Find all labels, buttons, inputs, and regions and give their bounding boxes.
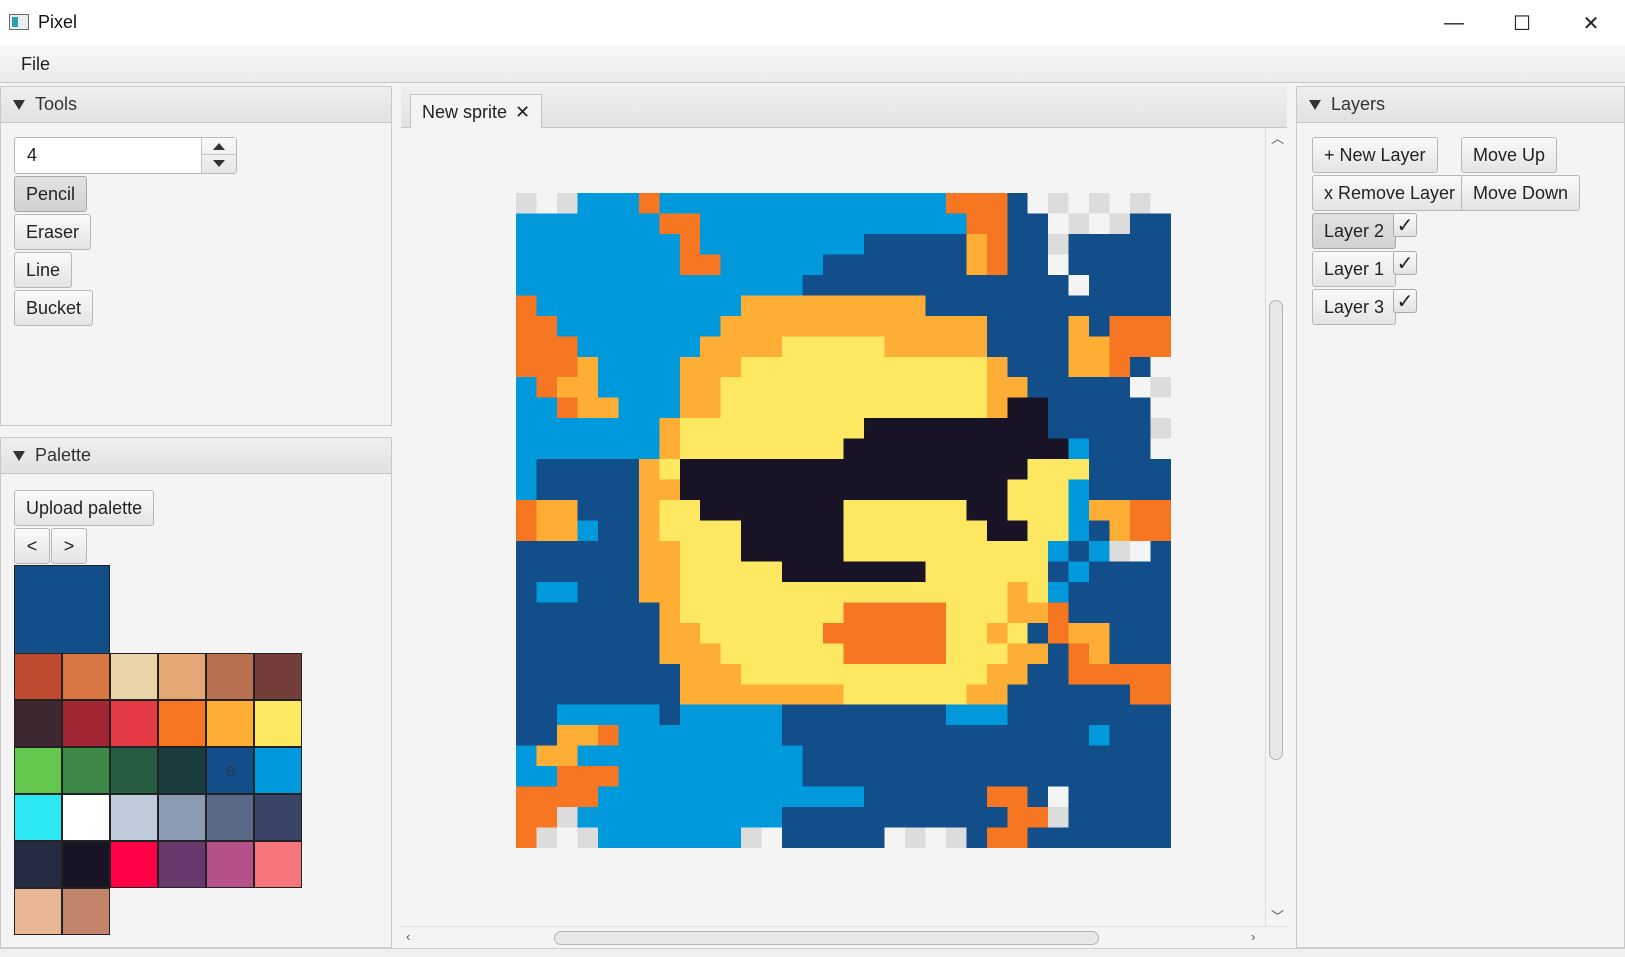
upload-palette-button[interactable]: Upload palette (14, 490, 155, 526)
decrement-button[interactable] (202, 155, 236, 172)
palette-swatch[interactable] (206, 653, 254, 700)
palette-header[interactable]: Palette (1, 438, 391, 474)
layer-item-button[interactable]: Layer 3 (1312, 289, 1397, 325)
tools-header[interactable]: Tools (1, 87, 391, 123)
palette-swatch[interactable] (254, 653, 302, 700)
arrow-down-icon (213, 160, 225, 167)
spinner-buttons (201, 138, 236, 173)
palette-swatch[interactable] (206, 794, 254, 841)
collapse-triangle-icon (13, 100, 25, 110)
palette-swatch[interactable] (110, 841, 158, 888)
layer-visibility-checkbox[interactable]: ✓ (1393, 251, 1417, 275)
layer-visibility-checkbox[interactable]: ✓ (1393, 213, 1417, 237)
tab-new-sprite[interactable]: New sprite ✕ (410, 94, 543, 129)
palette-swatch[interactable] (62, 653, 110, 700)
palette-swatch[interactable] (206, 841, 254, 888)
brush-size-spinner[interactable]: 4 (14, 137, 237, 174)
tab-label: New sprite (422, 101, 508, 122)
increment-button[interactable] (202, 138, 236, 155)
palette-swatch[interactable] (14, 888, 62, 935)
horizontal-scrollbar[interactable]: ‹ › (401, 926, 1287, 948)
palette-swatch[interactable] (62, 888, 110, 935)
close-button[interactable]: ✕ (1556, 0, 1625, 46)
layers-header[interactable]: Layers (1297, 87, 1624, 123)
palette-swatch[interactable] (158, 794, 206, 841)
palette-swatch[interactable] (14, 841, 62, 888)
layer-item-button[interactable]: Layer 2 (1312, 213, 1397, 249)
remove-layer-button[interactable]: x Remove Layer (1312, 175, 1468, 211)
brush-size-value[interactable]: 4 (27, 145, 37, 166)
palette-swatch[interactable] (254, 841, 302, 888)
palette-grid: S (14, 653, 302, 935)
layers-title: Layers (1331, 94, 1386, 114)
layer-visibility-checkbox[interactable]: ✓ (1393, 289, 1417, 313)
palette-swatch[interactable] (206, 700, 254, 747)
palette-title: Palette (35, 445, 92, 465)
window-title: Pixel (38, 12, 78, 32)
move-up-button[interactable]: Move Up (1461, 137, 1558, 173)
app-icon (9, 14, 29, 30)
palette-swatch[interactable] (158, 700, 206, 747)
canvas-area[interactable] (401, 128, 1265, 926)
palette-swatch[interactable] (14, 653, 62, 700)
scroll-right-arrow-icon[interactable]: › (1251, 929, 1255, 944)
layer-item-button[interactable]: Layer 1 (1312, 251, 1397, 287)
bucket-tool-button[interactable]: Bucket (14, 290, 94, 326)
palette-swatch[interactable] (158, 747, 206, 794)
palette-swatch[interactable] (14, 700, 62, 747)
palette-swatch[interactable] (158, 841, 206, 888)
palette-swatch[interactable] (110, 794, 158, 841)
editor-tab-bar: New sprite ✕ (401, 86, 1287, 129)
title-bar: Pixel — ☐ ✕ (0, 0, 1625, 46)
arrow-up-icon (213, 142, 225, 150)
palette-swatch[interactable] (62, 700, 110, 747)
palette-swatch[interactable] (62, 747, 110, 794)
move-down-button[interactable]: Move Down (1461, 175, 1581, 211)
palette-swatch[interactable] (254, 700, 302, 747)
tools-title: Tools (35, 94, 78, 114)
palette-swatch[interactable] (110, 747, 158, 794)
menu-file[interactable]: File (12, 52, 59, 77)
vertical-scrollbar[interactable]: ︿ ﹀ (1265, 128, 1287, 926)
maximize-button[interactable]: ☐ (1487, 0, 1557, 46)
sprite-canvas[interactable] (516, 193, 1171, 848)
collapse-triangle-icon (1309, 100, 1321, 110)
palette-prev-button[interactable]: < (14, 528, 50, 564)
scroll-up-arrow-icon[interactable]: ︿ (1271, 128, 1284, 147)
palette-swatch[interactable] (62, 794, 110, 841)
status-bar (0, 948, 1625, 957)
vertical-scroll-thumb[interactable] (1269, 300, 1283, 760)
palette-swatch[interactable] (110, 653, 158, 700)
scroll-left-arrow-icon[interactable]: ‹ (406, 929, 410, 944)
palette-swatch[interactable] (158, 653, 206, 700)
palette-swatch[interactable] (254, 794, 302, 841)
palette-swatch[interactable] (62, 841, 110, 888)
palette-swatch[interactable] (254, 747, 302, 794)
palette-swatch[interactable] (110, 700, 158, 747)
minimize-button[interactable]: — (1419, 0, 1489, 46)
current-color-swatch (14, 565, 110, 654)
collapse-triangle-icon (13, 451, 25, 461)
menu-bar: File (0, 46, 1625, 83)
palette-swatch[interactable] (14, 794, 62, 841)
palette-swatch[interactable] (14, 747, 62, 794)
tab-close-icon[interactable]: ✕ (515, 102, 530, 123)
eraser-tool-button[interactable]: Eraser (14, 214, 92, 250)
line-tool-button[interactable]: Line (14, 252, 73, 288)
scroll-down-arrow-icon[interactable]: ﹀ (1271, 906, 1284, 925)
new-layer-button[interactable]: + New Layer (1312, 137, 1438, 173)
palette-swatch[interactable]: S (206, 747, 254, 794)
horizontal-scroll-thumb[interactable] (554, 931, 1099, 945)
palette-next-button[interactable]: > (51, 528, 87, 564)
pencil-tool-button[interactable]: Pencil (14, 176, 88, 212)
